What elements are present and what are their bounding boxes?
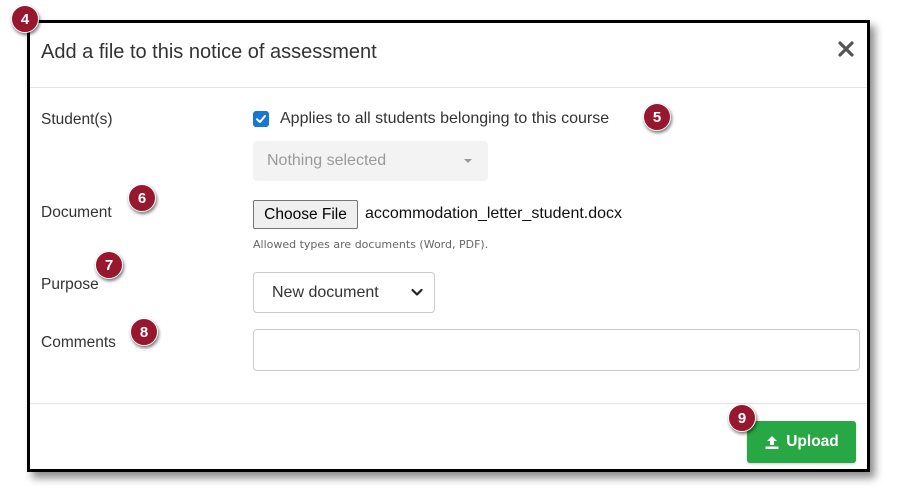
callout-badge: 5 (643, 103, 671, 131)
callout-badge: 7 (95, 251, 123, 279)
caret-down-icon (464, 159, 472, 163)
upload-button[interactable]: Upload (747, 421, 856, 463)
close-icon (838, 41, 854, 57)
purpose-label: Purpose (41, 276, 99, 293)
student-select: Nothing selected (253, 141, 488, 181)
choose-file-button[interactable]: Choose File (253, 200, 358, 229)
callout-badge: 9 (728, 404, 756, 432)
allowed-types-help: Allowed types are documents (Word, PDF). (253, 238, 489, 251)
applies-all-checkbox[interactable] (253, 111, 269, 127)
chevron-down-icon (411, 288, 423, 296)
callout-badge: 6 (128, 184, 156, 212)
comments-label: Comments (41, 334, 116, 351)
callout-badge: 8 (130, 318, 158, 346)
callout-badge: 4 (11, 5, 39, 33)
modal-header: Add a file to this notice of assessment (30, 23, 867, 88)
upload-label: Upload (786, 433, 839, 450)
check-icon (256, 115, 266, 123)
applies-all-label[interactable]: Applies to all students belonging to thi… (280, 110, 609, 128)
selected-file-name: accommodation_letter_student.docx (365, 205, 623, 222)
close-button[interactable] (835, 37, 857, 61)
purpose-selected-value: New document (272, 284, 379, 301)
comments-input[interactable] (253, 329, 860, 371)
upload-icon (765, 435, 779, 449)
student-select-placeholder: Nothing selected (267, 152, 387, 169)
purpose-select[interactable]: New document (253, 272, 435, 313)
document-label: Document (41, 204, 112, 221)
modal-title: Add a file to this notice of assessment (41, 41, 377, 63)
students-label: Student(s) (41, 111, 113, 128)
